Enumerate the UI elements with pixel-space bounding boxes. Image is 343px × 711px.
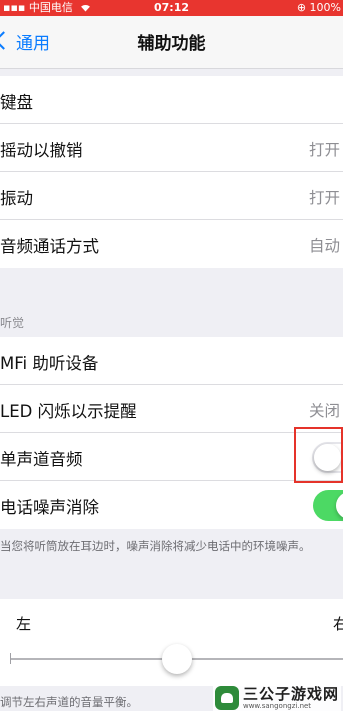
toggle-knob (336, 492, 343, 519)
row-label: 振动 (0, 189, 33, 208)
balance-right-label: 右 (333, 615, 343, 633)
row-call-audio-routing[interactable]: 音频通话方式 自动 (0, 220, 343, 268)
highlight-box (294, 427, 343, 483)
noise-cancellation-footnote: 当您将听筒放在耳边时，噪声消除将减少电话中的环境噪声。 (0, 539, 311, 553)
row-label: 摇动以撤销 (0, 141, 83, 160)
rotation-lock-icon: ⊕ (296, 1, 307, 14)
watermark-text: 三公子游戏网 www.sangongzi.net (242, 684, 339, 710)
status-bar: ▪▪▪ 中国电信 07:12 ⊕ 100% (0, 0, 343, 16)
row-vibration[interactable]: 振动 打开 (0, 172, 343, 220)
status-time: 07:12 (153, 1, 189, 14)
row-value: 打开 (309, 189, 341, 207)
navigation-bar: 通用 辅助功能 (0, 16, 343, 69)
row-label: MFi 助听设备 (0, 354, 99, 373)
battery-percent: 100% (309, 1, 341, 14)
audio-balance-panel: 左 右 (0, 599, 343, 686)
interaction-settings-group: 键盘 摇动以撤销 打开 振动 打开 音频通话方式 自动 (0, 76, 343, 268)
row-label: LED 闪烁以示提醒 (0, 402, 137, 421)
row-shake-to-undo[interactable]: 摇动以撤销 打开 (0, 124, 343, 172)
watermark-logo-icon (214, 686, 239, 710)
row-value: 打开 (309, 141, 341, 159)
slider-tick-left (10, 653, 11, 664)
site-watermark: 三公子游戏网 www.sangongzi.net (212, 684, 341, 711)
row-phone-noise-cancellation: 电话噪声消除 (0, 481, 343, 529)
section-header-hearing: 听觉 (0, 316, 25, 330)
balance-slider-thumb[interactable] (161, 644, 192, 674)
row-label: 键盘 (0, 93, 33, 112)
balance-note: 调节左右声道的音量平衡。 (0, 695, 138, 709)
row-value: 自动 (309, 237, 341, 255)
balance-left-label: 左 (16, 615, 32, 633)
row-label: 单声道音频 (0, 450, 83, 469)
page-title: 辅助功能 (137, 34, 206, 54)
row-keyboard[interactable]: 键盘 (0, 76, 343, 124)
watermark-url: www.sangongzi.net (242, 701, 312, 710)
watermark-name: 三公子游戏网 (242, 684, 339, 703)
row-label: 音频通话方式 (0, 237, 99, 256)
noise-cancellation-toggle[interactable] (313, 490, 343, 521)
battery-indicator: ⊕ 100% (297, 0, 341, 16)
screen: ▪▪▪ 中国电信 07:12 ⊕ 100% 通用 辅助功能 键盘 摇动以撤销 打… (0, 0, 343, 711)
hearing-settings-group: MFi 助听设备 LED 闪烁以示提醒 关闭 单声道音频 电话噪声消除 (0, 337, 343, 529)
row-mfi-hearing-devices[interactable]: MFi 助听设备 (0, 337, 343, 385)
row-mono-audio: 单声道音频 (0, 433, 343, 481)
row-value: 关闭 (309, 402, 341, 420)
row-label: 电话噪声消除 (0, 498, 99, 517)
row-led-flash-alerts[interactable]: LED 闪烁以示提醒 关闭 (0, 385, 343, 433)
